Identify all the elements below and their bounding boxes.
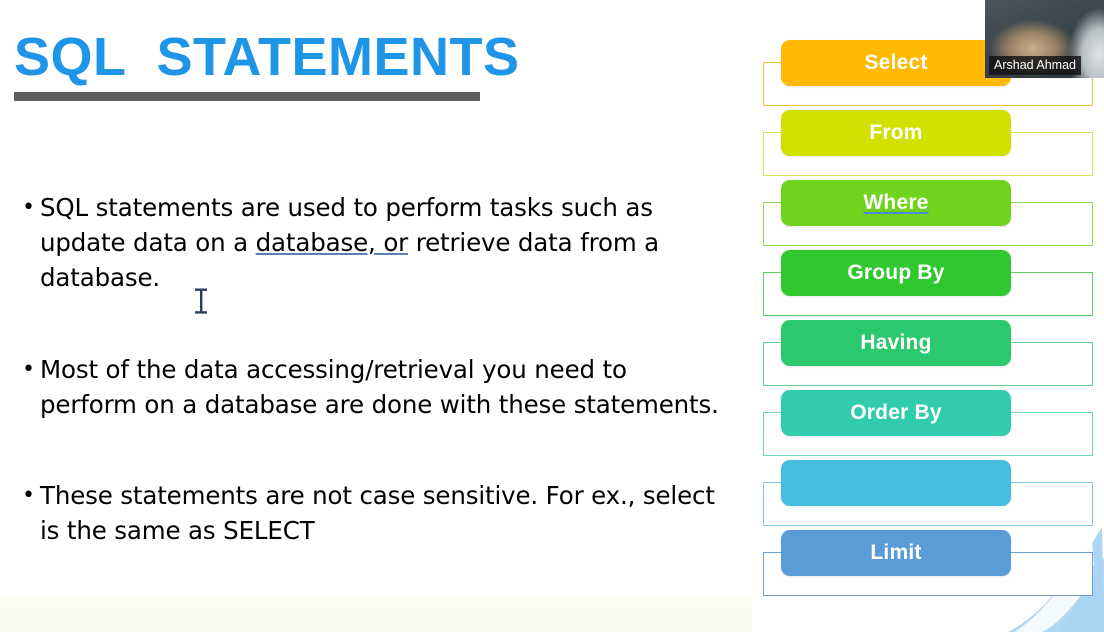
webcam-video-overlay[interactable]: Arshad Ahmad bbox=[985, 0, 1104, 78]
slide-bottom-band-right bbox=[752, 610, 1104, 632]
bullet-text: Most of the data accessing/retrieval you… bbox=[40, 355, 719, 419]
bullet-marker: • bbox=[22, 195, 35, 220]
page-title: SQL STATEMENTS bbox=[14, 27, 520, 87]
bullet-marker: • bbox=[22, 483, 35, 508]
bullet-text: These statements are not case sensitive.… bbox=[40, 481, 715, 545]
slide-body-content: • SQL statements are used to perform tas… bbox=[22, 190, 722, 548]
list-item[interactable] bbox=[762, 460, 1096, 530]
list-item[interactable]: Limit bbox=[762, 530, 1096, 600]
list-item[interactable]: Having bbox=[762, 320, 1096, 390]
list-item[interactable]: Where bbox=[762, 180, 1096, 250]
slide-bottom-band bbox=[0, 596, 752, 632]
statement-pill-blank[interactable] bbox=[781, 460, 1011, 506]
bullet-text: SQL statements are used to perform tasks… bbox=[40, 190, 722, 295]
list-item[interactable]: Order By bbox=[762, 390, 1096, 460]
statement-pill-group-by[interactable]: Group By bbox=[781, 250, 1011, 296]
bullet-item: • Most of the data accessing/retrieval y… bbox=[22, 352, 722, 422]
statement-pill-from[interactable]: From bbox=[781, 110, 1011, 156]
bullet-marker: • bbox=[22, 357, 35, 382]
list-item[interactable]: From bbox=[762, 110, 1096, 180]
presentation-slide: SQL STATEMENTS • SQL statements are used… bbox=[0, 0, 1104, 632]
bullet-item: • SQL statements are used to perform tas… bbox=[22, 190, 722, 295]
statement-pill-order-by[interactable]: Order By bbox=[781, 390, 1011, 436]
statement-pill-where[interactable]: Where bbox=[781, 180, 1011, 226]
list-item[interactable]: Group By bbox=[762, 250, 1096, 320]
bullet-item: • These statements are not case sensitiv… bbox=[22, 478, 722, 548]
statement-pill-limit[interactable]: Limit bbox=[781, 530, 1011, 576]
participant-name-label: Arshad Ahmad bbox=[989, 56, 1081, 75]
slide-title-block: SQL STATEMENTS bbox=[14, 30, 654, 101]
bullet-link-segment[interactable]: database, or bbox=[256, 228, 409, 257]
statement-pill-select[interactable]: Select bbox=[781, 40, 1011, 86]
title-underline-rule bbox=[14, 92, 480, 101]
statement-pill-having[interactable]: Having bbox=[781, 320, 1011, 366]
sql-statement-list: Select From Where Group By Having Order … bbox=[762, 40, 1096, 600]
